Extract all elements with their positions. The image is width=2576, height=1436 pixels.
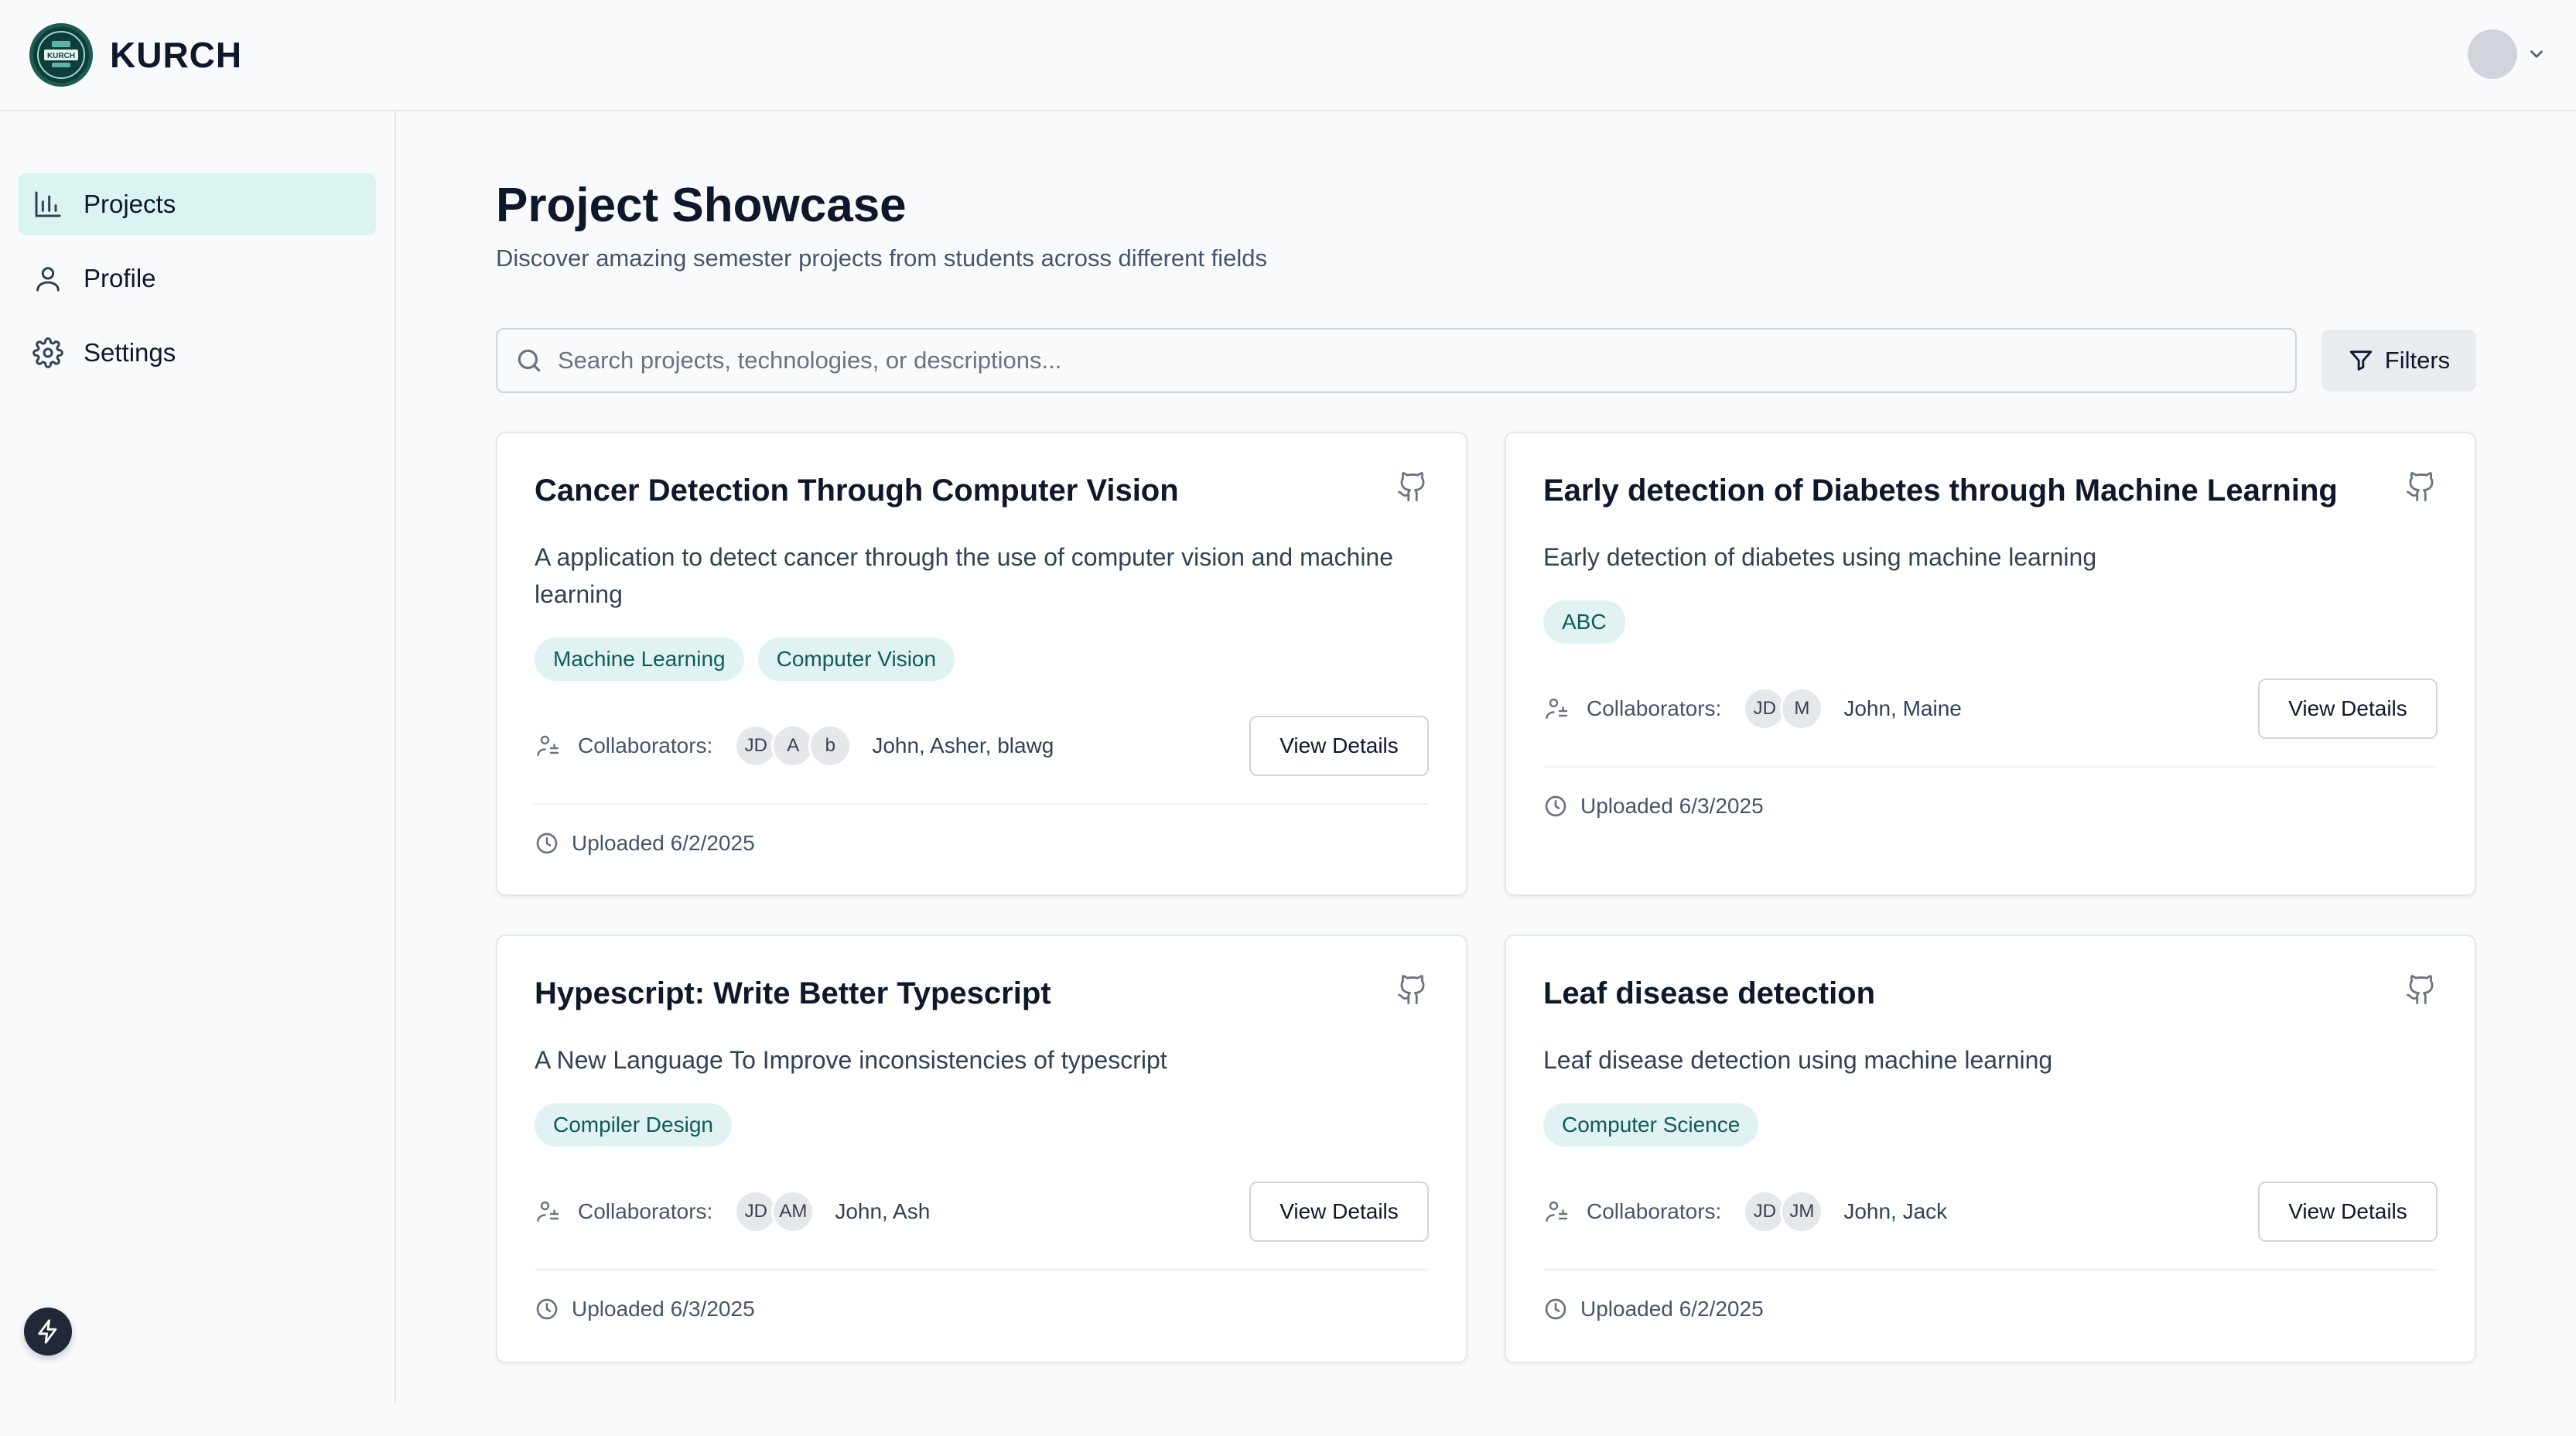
- chevron-down-icon: [2530, 50, 2543, 58]
- clock-icon: [1545, 1298, 1566, 1320]
- divider: [1543, 1269, 2438, 1270]
- user-avatar[interactable]: [2468, 29, 2517, 79]
- collaborators-label: Collaborators:: [1587, 696, 1722, 720]
- view-details-button[interactable]: View Details: [2258, 679, 2438, 739]
- avatar-group: JD AM: [734, 1190, 815, 1233]
- tag-chip[interactable]: ABC: [1543, 600, 1625, 644]
- sidebar-item-label: Profile: [84, 264, 156, 292]
- upload-date: Uploaded 6/3/2025: [535, 1297, 755, 1321]
- svg-text:KURCH: KURCH: [47, 52, 75, 60]
- sidebar-item-settings[interactable]: Settings: [19, 322, 376, 384]
- collaborator-names: John, Ash: [835, 1199, 931, 1223]
- tag-chip[interactable]: Computer Science: [1543, 1103, 1759, 1147]
- project-description: Early detection of diabetes using machin…: [1543, 543, 2097, 571]
- users-icon: [1546, 1201, 1568, 1222]
- collaborators-row: Collaborators: JD A b John, Asher, blawg…: [535, 715, 1429, 777]
- kurch-logo: KURCH: [29, 23, 93, 87]
- project-title: Leaf disease detection: [1543, 976, 1876, 1010]
- project-card: Cancer Detection Through Computer Vision…: [496, 432, 1467, 896]
- upload-date: Uploaded 6/2/2025: [1543, 1297, 1764, 1321]
- github-icon[interactable]: [2405, 973, 2438, 1006]
- tag-list: Computer Science: [1543, 1103, 1772, 1147]
- avatar-group: JD JM: [1743, 1190, 1824, 1233]
- upload-date-text: Uploaded 6/3/2025: [572, 1297, 755, 1321]
- project-title: Cancer Detection Through Computer Vision: [535, 474, 1179, 508]
- sidebar-item-label: Projects: [84, 190, 176, 218]
- tag-chip[interactable]: Compiler Design: [535, 1103, 732, 1147]
- page-title: Project Showcase: [496, 179, 907, 232]
- upload-date: Uploaded 6/3/2025: [1543, 794, 1764, 819]
- upload-date-text: Uploaded 6/3/2025: [1580, 794, 1764, 818]
- bar-chart-icon: [35, 191, 61, 217]
- tag-list: ABC: [1543, 600, 1639, 644]
- page-subtitle: Discover amazing semester projects from …: [496, 244, 1267, 272]
- divider: [1543, 766, 2438, 768]
- avatar-group: JD M: [1743, 687, 1824, 730]
- search-bar[interactable]: [496, 328, 2297, 393]
- github-icon[interactable]: [1396, 973, 1429, 1006]
- sidebar: Projects Profile Settings: [0, 111, 396, 1404]
- collaborators-label: Collaborators:: [578, 1199, 713, 1223]
- gear-icon: [32, 337, 63, 368]
- avatar: M: [1780, 687, 1824, 730]
- avatar-group: JD A b: [734, 724, 852, 768]
- users-icon: [1546, 698, 1568, 720]
- collaborator-names: John, Asher, blawg: [872, 733, 1054, 757]
- sidebar-nav: Projects Profile Settings: [19, 173, 376, 396]
- sidebar-item-projects[interactable]: Projects: [19, 173, 376, 235]
- clock-icon: [536, 1298, 558, 1320]
- search-input[interactable]: [558, 347, 2260, 374]
- users-icon: [537, 735, 559, 757]
- view-details-button[interactable]: View Details: [1249, 1181, 1429, 1242]
- filters-button[interactable]: Filters: [2321, 330, 2476, 391]
- divider: [535, 803, 1429, 805]
- project-card: Early detection of Diabetes through Mach…: [1505, 432, 2476, 896]
- tag-chip[interactable]: Machine Learning: [535, 638, 744, 681]
- project-card: Hypescript: Write Better Typescript A Ne…: [496, 935, 1467, 1363]
- filter-icon: [2349, 350, 2372, 371]
- top-header: KURCH KURCH: [0, 0, 2576, 111]
- tag-list: Machine Learning Computer Vision: [535, 638, 969, 681]
- clock-icon: [536, 833, 558, 854]
- users-icon: [537, 1201, 559, 1222]
- collaborators-label: Collaborators:: [578, 733, 713, 757]
- project-description: A application to detect cancer through t…: [535, 543, 1394, 608]
- user-menu[interactable]: [2468, 29, 2547, 79]
- app-name: KURCH: [110, 35, 243, 75]
- sidebar-item-profile[interactable]: Profile: [19, 248, 376, 309]
- view-details-button[interactable]: View Details: [2258, 1181, 2438, 1242]
- sidebar-item-label: Settings: [84, 338, 176, 367]
- upload-date: Uploaded 6/2/2025: [535, 831, 755, 856]
- quick-action-button[interactable]: [24, 1308, 72, 1356]
- collaborators-row: Collaborators: JD M John, Maine View Det…: [1543, 678, 2438, 740]
- filters-label: Filters: [2384, 347, 2451, 374]
- divider: [535, 1269, 1429, 1270]
- project-description: Leaf disease detection using machine lea…: [1543, 1046, 2053, 1074]
- brand[interactable]: KURCH KURCH: [29, 23, 242, 87]
- project-card: Leaf disease detection Leaf disease dete…: [1505, 935, 2476, 1363]
- collaborators-row: Collaborators: JD AM John, Ash View Deta…: [535, 1181, 1429, 1243]
- clock-icon: [1545, 795, 1566, 817]
- github-icon[interactable]: [1396, 470, 1429, 503]
- lightning-icon: [38, 1319, 57, 1344]
- avatar: b: [808, 724, 852, 768]
- avatar: AM: [771, 1190, 815, 1233]
- upload-date-text: Uploaded 6/2/2025: [1580, 1297, 1764, 1321]
- collaborator-names: John, Jack: [1843, 1199, 1948, 1223]
- collaborator-names: John, Maine: [1843, 696, 1962, 720]
- project-title: Hypescript: Write Better Typescript: [535, 976, 1051, 1010]
- tag-list: Compiler Design: [535, 1103, 746, 1147]
- avatar: JM: [1780, 1190, 1824, 1233]
- upload-date-text: Uploaded 6/2/2025: [572, 831, 755, 855]
- search-icon: [518, 349, 541, 372]
- project-description: A New Language To Improve inconsistencie…: [535, 1046, 1167, 1074]
- collaborators-row: Collaborators: JD JM John, Jack View Det…: [1543, 1181, 2438, 1243]
- project-title: Early detection of Diabetes through Mach…: [1543, 474, 2338, 508]
- github-icon[interactable]: [2405, 470, 2438, 503]
- user-icon: [36, 267, 60, 292]
- view-details-button[interactable]: View Details: [1249, 716, 1429, 776]
- collaborators-label: Collaborators:: [1587, 1199, 1722, 1223]
- tag-chip[interactable]: Computer Vision: [757, 638, 955, 681]
